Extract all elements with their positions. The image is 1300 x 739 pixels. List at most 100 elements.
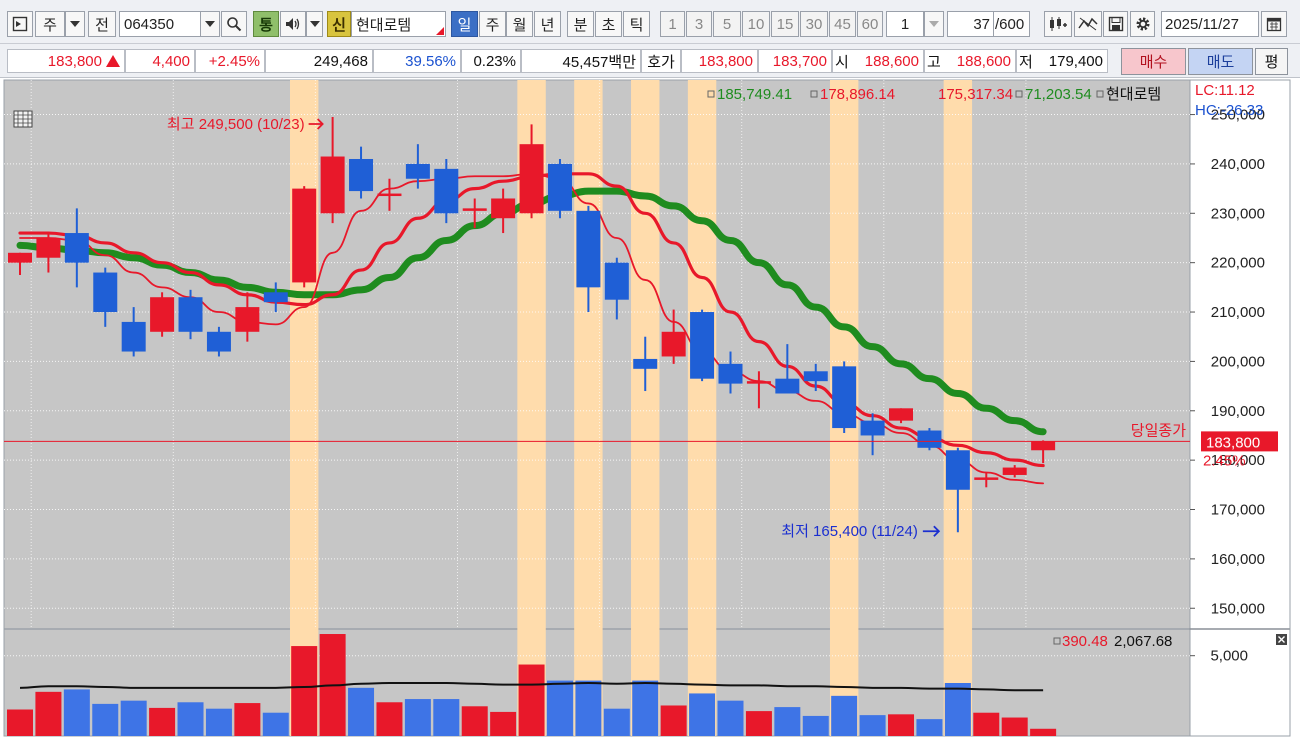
chart-toolbar: 주 전 064350 통 신 현대로템 일주월년분초틱 1 3 5 10 15 30 45 6…: [0, 0, 1300, 44]
tong-button[interactable]: 통: [253, 11, 279, 37]
period-tab-2[interactable]: 월: [506, 11, 533, 37]
candle[interactable]: [832, 361, 857, 433]
volume-bar[interactable]: [490, 711, 517, 736]
sell-button[interactable]: 매도: [1188, 48, 1253, 75]
period-unit-dropdown[interactable]: [65, 11, 85, 37]
stock-code-dropdown[interactable]: [200, 11, 220, 37]
volume-bar[interactable]: [888, 714, 915, 736]
period-tab-4[interactable]: 분: [567, 11, 594, 37]
period-tab-1[interactable]: 주: [479, 11, 506, 37]
count-input[interactable]: 37: [947, 11, 994, 37]
volume-bar[interactable]: [717, 700, 744, 736]
highlight-column: [687, 80, 717, 736]
save-button[interactable]: [1103, 11, 1128, 37]
settings-button[interactable]: [1130, 11, 1155, 37]
chart-area[interactable]: 최고 249,500 (10/23) 최저 165,400 (11/24) 당일종가…: [0, 78, 1300, 739]
volume-bar[interactable]: [944, 683, 971, 736]
candle[interactable]: [690, 309, 715, 382]
volume-bar[interactable]: [745, 711, 772, 736]
candlestick-chart[interactable]: 최고 249,500 (10/23) 최저 165,400 (11/24) 당일종가…: [0, 78, 1300, 739]
interval-tab-5[interactable]: 30: [800, 11, 828, 37]
volume-bar[interactable]: [689, 693, 716, 736]
volume-bar[interactable]: [973, 712, 1000, 736]
volume-bar[interactable]: [35, 691, 62, 736]
volume-bar[interactable]: [205, 708, 232, 736]
interval-input[interactable]: 1: [886, 11, 924, 37]
interval-tab-2[interactable]: 5: [713, 11, 741, 37]
calendar-button[interactable]: [1261, 11, 1287, 37]
volume-bar[interactable]: [660, 705, 687, 736]
volume-bar[interactable]: [149, 707, 176, 736]
prev-button[interactable]: 전: [88, 11, 116, 37]
interval-tab-6[interactable]: 45: [829, 11, 856, 37]
period-tab-0[interactable]: 일: [451, 11, 478, 37]
volume-bar[interactable]: [177, 702, 204, 736]
bid-price-value: 183,700: [772, 52, 827, 70]
candle[interactable]: [547, 158, 572, 219]
period-tab-3[interactable]: 년: [534, 11, 561, 37]
indicator-button[interactable]: [1074, 11, 1102, 37]
stock-name-field[interactable]: 현대로템: [351, 11, 446, 37]
volume-bar[interactable]: [63, 689, 90, 736]
volume-bar[interactable]: [461, 706, 488, 736]
interval-tab-0[interactable]: 1: [660, 11, 685, 37]
volume-bar[interactable]: [603, 708, 630, 736]
period-unit-selector[interactable]: 주: [35, 11, 65, 37]
interval-tab-3[interactable]: 10: [742, 11, 770, 37]
chart-type-button[interactable]: [1044, 11, 1072, 37]
candle[interactable]: [292, 186, 317, 288]
volume-bar[interactable]: [774, 707, 801, 736]
speaker-dropdown[interactable]: [306, 11, 323, 37]
period-tab-5[interactable]: 초: [595, 11, 622, 37]
volume-bar[interactable]: [575, 680, 602, 736]
last-change-pct: 2.45%: [1203, 452, 1246, 469]
volume-bar[interactable]: [546, 680, 573, 736]
sin-badge[interactable]: 신: [327, 11, 351, 37]
interval-tab-7[interactable]: 60: [857, 11, 883, 37]
interval-tab-1[interactable]: 3: [686, 11, 712, 37]
volume-bar[interactable]: [234, 703, 261, 736]
volume-bar[interactable]: [348, 687, 375, 736]
volume-bar[interactable]: [92, 703, 119, 736]
interval-tab-4[interactable]: 15: [771, 11, 799, 37]
date-input[interactable]: 2025/11/27: [1161, 11, 1259, 37]
stock-code-input[interactable]: 064350: [119, 11, 201, 37]
interval-tab-label: 15: [776, 15, 794, 33]
date-value: 2025/11/27: [1165, 15, 1239, 33]
window-menu-icon[interactable]: [7, 11, 33, 37]
volume-bar[interactable]: [518, 664, 545, 736]
volume-bar[interactable]: [916, 719, 943, 736]
search-button[interactable]: [221, 11, 247, 37]
buy-button[interactable]: 매수: [1121, 48, 1186, 75]
interval-dropdown[interactable]: [924, 11, 944, 37]
price-change: 4,400: [125, 49, 195, 73]
candle[interactable]: [150, 292, 175, 337]
volume-bar[interactable]: [376, 702, 403, 736]
volume-bar[interactable]: [831, 695, 858, 736]
volume-bar[interactable]: [7, 709, 33, 737]
period-tab-6[interactable]: 틱: [623, 11, 650, 37]
highlight-column: [943, 80, 973, 736]
volume-tick-label: 5,000: [1210, 648, 1248, 665]
volume-bar[interactable]: [262, 712, 289, 736]
volume-bar[interactable]: [632, 680, 659, 736]
volume-bar[interactable]: [120, 700, 147, 736]
speaker-button[interactable]: [280, 11, 306, 37]
volume-bar[interactable]: [404, 699, 431, 736]
today-close-label: 당일종가: [1131, 422, 1186, 439]
volume-bar[interactable]: [802, 715, 829, 736]
volume-bar[interactable]: [859, 715, 886, 736]
volume-bar[interactable]: [433, 699, 460, 736]
volume-bar[interactable]: [1030, 728, 1057, 736]
buy-label: 매수: [1139, 54, 1168, 71]
count-value: 37: [973, 15, 990, 33]
period-tab-label: 년: [540, 16, 555, 34]
volume-bar[interactable]: [1001, 717, 1028, 736]
eval-button[interactable]: 평: [1255, 48, 1288, 75]
candle[interactable]: [178, 289, 203, 340]
chevron-down-icon: [309, 21, 320, 27]
candle-body: [945, 450, 970, 490]
candle[interactable]: [917, 428, 942, 451]
volume-bar[interactable]: [291, 646, 318, 736]
candle-body: [576, 210, 601, 288]
